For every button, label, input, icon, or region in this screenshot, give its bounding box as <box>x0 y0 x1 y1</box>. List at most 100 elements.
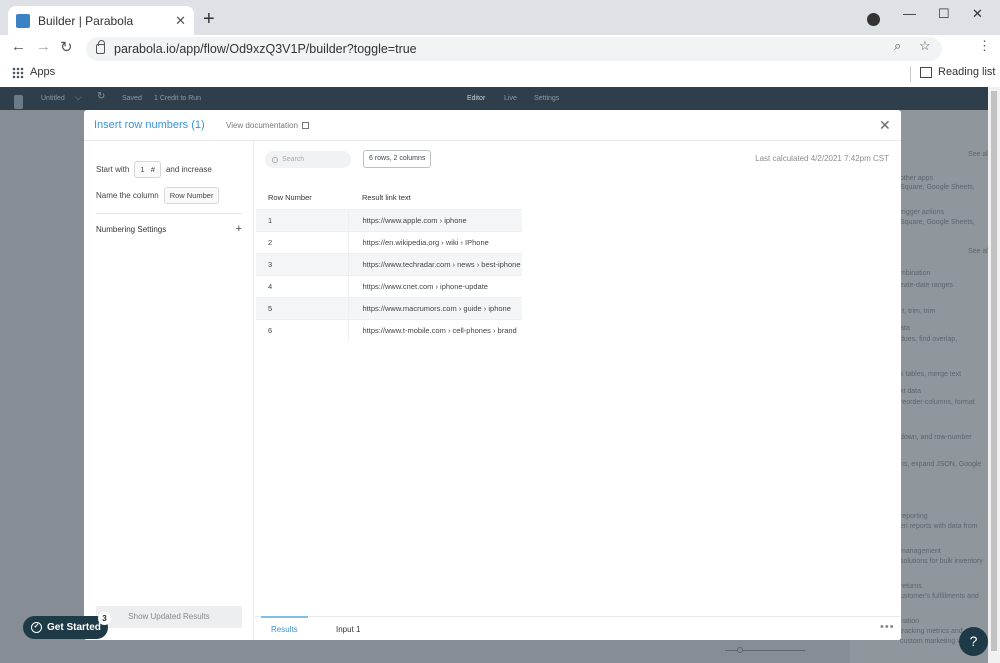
side-item: management <box>900 548 941 555</box>
side-item: dues, find overlap, <box>900 336 958 343</box>
table-cell[interactable]: 6 <box>256 318 349 341</box>
see-all-link[interactable]: See all <box>968 151 989 158</box>
reading-list-button[interactable]: Reading list <box>920 66 995 78</box>
modal-title[interactable]: Insert row numbers (1) <box>94 119 205 131</box>
column-name-input[interactable]: Row Number <box>163 187 220 204</box>
side-item: tracking metrics and <box>900 628 963 635</box>
forward-icon[interactable]: → <box>36 38 51 55</box>
minimize-icon[interactable]: — <box>903 6 916 21</box>
tab-live[interactable]: Live <box>504 95 517 102</box>
table-cell[interactable]: https://www.techradar.com › news › best-… <box>348 252 522 275</box>
table-cell[interactable]: https://en.wikipedia.org › wiki › IPhone <box>348 230 522 253</box>
close-icon[interactable]: ✕ <box>879 118 891 132</box>
column-header[interactable]: Row Number <box>256 187 348 209</box>
see-all-link[interactable]: See all <box>968 248 989 255</box>
name-column-label: Name the column <box>96 191 159 200</box>
side-item: rt, trim, trim <box>900 308 936 315</box>
table-cell[interactable]: https://www.apple.com › iphone <box>348 208 522 231</box>
start-value-input[interactable]: 1 # <box>134 161 161 178</box>
view-documentation-link[interactable]: View documentation <box>226 121 309 130</box>
app-header: Untitled ⌵ ↻ Saved 1 Credit to Run Edito… <box>0 87 1000 110</box>
start-with-row: Start with 1 # and increase <box>96 161 212 178</box>
refresh-icon[interactable]: ↻ <box>97 91 105 102</box>
tab-editor[interactable]: Editor <box>467 95 485 102</box>
chevron-down-icon[interactable]: ⌵ <box>75 92 82 103</box>
tab-settings[interactable]: Settings <box>534 95 559 102</box>
apps-link[interactable]: Apps <box>30 66 55 78</box>
results-panel: Search 6 rows, 2 columns Last calculated… <box>255 141 901 640</box>
side-item: nation <box>900 618 920 625</box>
url-text: parabola.io/app/flow/Od9xzQ3V1P/builder?… <box>114 42 417 56</box>
search-input[interactable]: Search <box>265 151 351 168</box>
table-cell[interactable]: 1 <box>256 208 349 231</box>
profile-icon[interactable] <box>867 13 880 26</box>
numbering-settings-label: Numbering Settings <box>96 225 167 234</box>
table-cell[interactable]: https://www.macrumors.com › guide › ipho… <box>348 296 522 319</box>
help-button[interactable]: ? <box>959 627 988 656</box>
credits-text: 1 Credit to Run <box>154 95 202 102</box>
show-updated-results-button[interactable]: Show Updated Results <box>96 606 242 628</box>
table-row: 6 https://www.t-mobile.com › cell-phones… <box>256 318 522 341</box>
scrollbar-thumb[interactable] <box>991 91 997 651</box>
table-cell[interactable]: https://www.cnet.com › iphone-update <box>348 274 522 297</box>
more-options-icon[interactable]: ••• <box>880 621 895 633</box>
name-column-row: Name the column Row Number <box>96 187 220 204</box>
reload-icon[interactable]: ↻ <box>60 38 73 56</box>
flow-name[interactable]: Untitled <box>41 95 65 102</box>
table-cell[interactable]: 2 <box>256 230 349 253</box>
page-scrollbar[interactable] <box>988 87 1000 663</box>
get-started-label: Get Started <box>47 622 101 633</box>
maximize-icon[interactable]: ☐ <box>938 6 950 22</box>
zoom-slider-handle[interactable] <box>737 647 743 653</box>
tab-results[interactable]: Results <box>271 625 298 634</box>
hash-icon: # <box>150 165 155 174</box>
apps-grid-icon[interactable] <box>12 67 24 79</box>
parabola-logo-icon[interactable] <box>14 95 23 109</box>
lock-icon <box>96 40 105 54</box>
table-cell[interactable]: 5 <box>256 296 349 319</box>
search-placeholder: Search <box>282 156 305 163</box>
side-item: xt data <box>900 388 922 395</box>
start-value: 1 <box>140 165 145 174</box>
side-item: ata <box>900 325 910 332</box>
side-item: down, and row-number <box>900 434 972 441</box>
side-item: reorder-columns, format <box>900 399 975 406</box>
browser-tab[interactable]: Builder | Parabola ✕ <box>8 6 194 35</box>
side-item: returns <box>900 583 922 590</box>
zoom-icon[interactable]: ⌕ <box>894 38 901 54</box>
plus-icon[interactable]: + <box>236 224 242 235</box>
browser-chrome: Builder | Parabola ✕ + — ☐ ✕ ← → ↻ parab… <box>0 0 1000 87</box>
get-started-count-badge: 3 <box>98 612 111 625</box>
table-cell[interactable]: 3 <box>256 252 349 275</box>
menu-icon[interactable]: ⋮ <box>978 38 991 54</box>
address-bar[interactable]: parabola.io/app/flow/Od9xzQ3V1P/builder?… <box>86 37 942 61</box>
column-header[interactable]: Result link text <box>348 187 522 209</box>
side-item: Square, Google Sheets, <box>900 219 975 226</box>
rows-columns-badge[interactable]: 6 rows, 2 columns <box>363 150 432 168</box>
tab-close-icon[interactable]: ✕ <box>175 13 186 29</box>
window-close-icon[interactable]: ✕ <box>972 6 983 22</box>
settings-divider <box>96 213 242 214</box>
tab-input-1[interactable]: Input 1 <box>336 625 360 634</box>
new-tab-button[interactable]: + <box>203 9 215 29</box>
reading-list-icon <box>920 66 932 78</box>
side-item: Square, Google Sheets, <box>900 184 975 191</box>
step-modal: Insert row numbers (1) View documentatio… <box>84 110 901 640</box>
get-started-button[interactable]: ✓ Get Started <box>23 616 108 639</box>
bookmarks-bar: Apps Reading list <box>0 62 1000 87</box>
saved-status: Saved <box>122 95 142 102</box>
search-icon <box>272 156 278 163</box>
side-item: ns, expand JSON, Google <box>900 461 982 468</box>
bookmark-star-icon[interactable]: ☆ <box>919 38 931 54</box>
back-icon[interactable]: ← <box>11 38 26 55</box>
side-item: other apps <box>900 175 934 182</box>
table-cell[interactable]: 4 <box>256 274 349 297</box>
view-documentation-label: View documentation <box>226 121 298 130</box>
numbering-settings-toggle[interactable]: Numbering Settings + <box>96 224 242 235</box>
start-with-label: Start with <box>96 165 130 174</box>
table-header-row: Row Number Result link text <box>256 187 522 209</box>
side-item: trigger actions <box>900 209 944 216</box>
side-item: en reports with data from <box>900 523 978 530</box>
active-tab-indicator <box>261 616 308 618</box>
table-cell[interactable]: https://www.t-mobile.com › cell-phones ›… <box>348 318 522 341</box>
